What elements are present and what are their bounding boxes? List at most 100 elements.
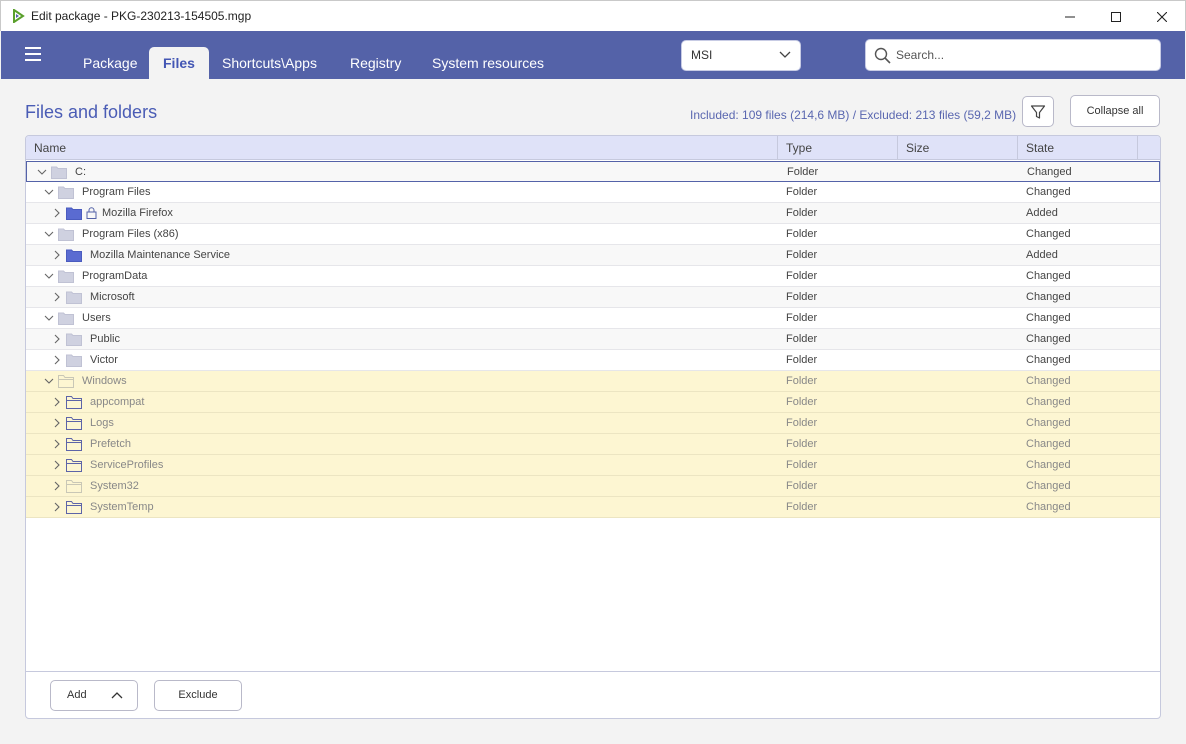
search-input[interactable]: [896, 46, 1146, 64]
table-row[interactable]: Microsoft Folder Changed: [26, 287, 1160, 308]
chevron-right-icon[interactable]: [52, 292, 62, 302]
table-row[interactable]: Program Files (x86) Folder Changed: [26, 224, 1160, 245]
tab-package[interactable]: Package: [69, 47, 151, 79]
chevron-right-icon[interactable]: [52, 502, 62, 512]
table-row[interactable]: ProgramData Folder Changed: [26, 266, 1160, 287]
column-header-name[interactable]: Name: [26, 136, 778, 160]
chevron-right-icon[interactable]: [52, 355, 62, 365]
row-type: Folder: [786, 417, 818, 429]
maximize-button[interactable]: [1093, 1, 1139, 32]
folder-gray-icon: [58, 270, 74, 283]
folder-outline-icon: [66, 438, 82, 451]
column-header-type[interactable]: Type: [778, 136, 898, 160]
chevron-right-icon[interactable]: [52, 460, 62, 470]
row-name: appcompat: [90, 396, 145, 408]
row-name: Victor: [90, 354, 118, 366]
row-name: ServiceProfiles: [90, 459, 164, 471]
table-row[interactable]: Mozilla Firefox Folder Added: [26, 203, 1160, 224]
window-title: Edit package - PKG-230213-154505.mgp: [31, 9, 252, 23]
table-row[interactable]: SystemTemp Folder Changed: [26, 497, 1160, 518]
column-header-size[interactable]: Size: [898, 136, 1018, 160]
row-state: Added: [1026, 207, 1058, 219]
table-row[interactable]: Prefetch Folder Changed: [26, 434, 1160, 455]
row-state: Added: [1026, 249, 1058, 261]
folder-gray-icon: [51, 166, 67, 179]
chevron-down-icon[interactable]: [44, 313, 54, 323]
folder-gray-icon: [66, 333, 82, 346]
row-type: Folder: [786, 207, 818, 219]
table-row[interactable]: Windows Folder Changed: [26, 371, 1160, 392]
row-type: Folder: [786, 186, 818, 198]
row-state: Changed: [1026, 333, 1071, 345]
chevron-down-icon[interactable]: [44, 229, 54, 239]
table-row[interactable]: C: Folder Changed: [26, 161, 1160, 182]
row-type: Folder: [786, 333, 818, 345]
minimize-icon: [1065, 16, 1075, 17]
row-type: Folder: [786, 501, 818, 513]
table-row[interactable]: appcompat Folder Changed: [26, 392, 1160, 413]
row-type: Folder: [786, 312, 818, 324]
filter-button[interactable]: [1022, 96, 1054, 127]
chevron-right-icon[interactable]: [52, 481, 62, 491]
chevron-right-icon[interactable]: [52, 418, 62, 428]
main-nav: Package Files Shortcuts\Apps Registry Sy…: [1, 31, 1185, 79]
chevron-right-icon[interactable]: [52, 208, 62, 218]
row-type: Folder: [786, 249, 818, 261]
row-state: Changed: [1026, 291, 1071, 303]
close-button[interactable]: [1139, 1, 1185, 32]
package-type-select[interactable]: MSI: [681, 40, 801, 71]
row-type: Folder: [786, 291, 818, 303]
row-name: Prefetch: [90, 438, 131, 450]
minimize-button[interactable]: [1047, 1, 1093, 32]
table-row[interactable]: Users Folder Changed: [26, 308, 1160, 329]
row-type: Folder: [786, 228, 818, 240]
tab-files[interactable]: Files: [149, 47, 209, 79]
folder-gray-icon: [58, 186, 74, 199]
table-row[interactable]: ServiceProfiles Folder Changed: [26, 455, 1160, 476]
folder-outline-light-icon: [66, 480, 82, 493]
table-row[interactable]: Logs Folder Changed: [26, 413, 1160, 434]
table-row[interactable]: Public Folder Changed: [26, 329, 1160, 350]
row-type: Folder: [786, 375, 818, 387]
collapse-all-button[interactable]: Collapse all: [1070, 95, 1160, 127]
add-button[interactable]: Add: [50, 680, 138, 711]
tab-system-resources[interactable]: System resources: [418, 47, 558, 79]
column-header-state[interactable]: State: [1018, 136, 1138, 160]
exclude-button[interactable]: Exclude: [154, 680, 242, 711]
table-row[interactable]: System32 Folder Changed: [26, 476, 1160, 497]
table-row[interactable]: Mozilla Maintenance Service Folder Added: [26, 245, 1160, 266]
package-type-value: MSI: [691, 48, 713, 62]
tab-registry[interactable]: Registry: [336, 47, 415, 79]
chevron-down-icon: [779, 51, 791, 58]
chevron-down-icon[interactable]: [37, 167, 47, 177]
row-type: Folder: [786, 459, 818, 471]
grid-rows: C: Folder Changed Program Files Folder Change…: [26, 161, 1160, 518]
folder-gray-icon: [58, 312, 74, 325]
row-state: Changed: [1026, 186, 1071, 198]
table-row[interactable]: Program Files Folder Changed: [26, 182, 1160, 203]
search-box[interactable]: [865, 39, 1161, 71]
chevron-down-icon[interactable]: [44, 376, 54, 386]
table-row[interactable]: Victor Folder Changed: [26, 350, 1160, 371]
chevron-right-icon[interactable]: [52, 250, 62, 260]
folder-gray-icon: [66, 354, 82, 367]
row-name: Program Files (x86): [82, 228, 179, 240]
grid-header: Name Type Size State: [26, 136, 1160, 160]
row-name: ProgramData: [82, 270, 148, 282]
row-type: Folder: [786, 480, 818, 492]
chevron-down-icon[interactable]: [44, 271, 54, 281]
row-state: Changed: [1026, 459, 1071, 471]
folder-blue-icon: [66, 207, 82, 220]
chevron-right-icon[interactable]: [52, 397, 62, 407]
chevron-down-icon[interactable]: [44, 187, 54, 197]
row-name: Logs: [90, 417, 114, 429]
chevron-right-icon[interactable]: [52, 439, 62, 449]
close-icon: [1157, 11, 1167, 22]
tab-shortcuts-apps[interactable]: Shortcuts\Apps: [208, 47, 331, 79]
chevron-right-icon[interactable]: [52, 334, 62, 344]
row-name: C:: [75, 166, 86, 178]
row-name: Public: [90, 333, 120, 345]
filter-icon: [1030, 104, 1046, 119]
hamburger-menu-icon[interactable]: [25, 47, 41, 61]
row-state: Changed: [1026, 228, 1071, 240]
